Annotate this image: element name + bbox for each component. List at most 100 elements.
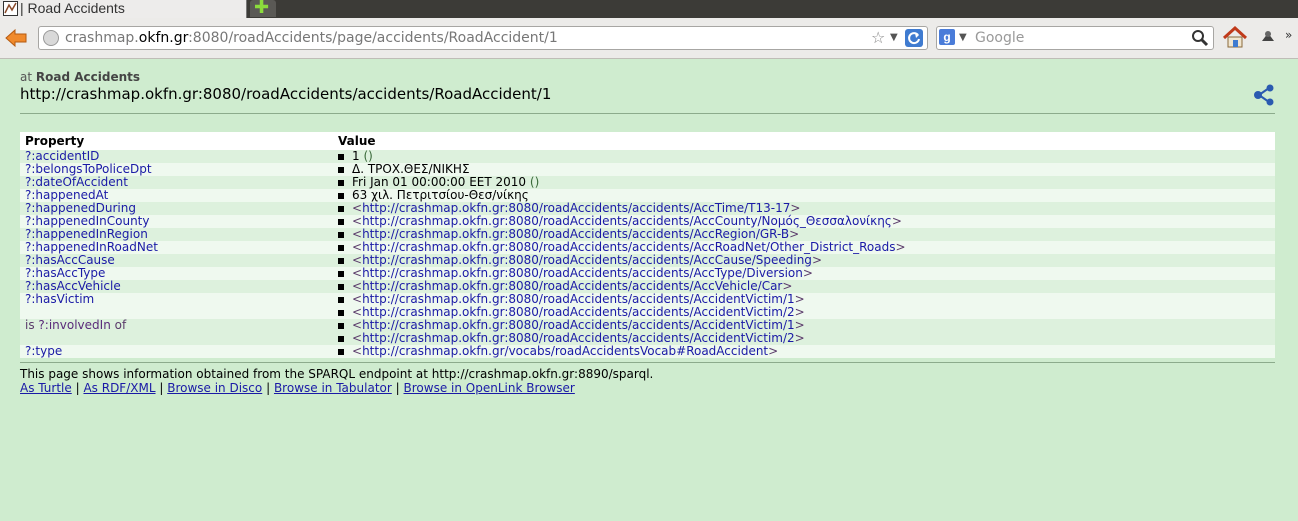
value-cell: <http://crashmap.okfn.gr/vocabs/roadAcci… <box>333 345 1275 358</box>
back-arrow-icon[interactable] <box>3 26 29 50</box>
table-row: ?:hasVictim <http://crashmap.okfn.gr:8080… <box>20 293 1275 319</box>
literal-value: 1 <box>352 149 360 163</box>
property-link[interactable]: ?:type <box>25 344 62 358</box>
footer-link[interactable]: Browse in Tabulator <box>274 381 392 395</box>
uri-open-bracket: < <box>352 201 363 215</box>
link-separator: | <box>266 381 271 395</box>
tab-road-accidents[interactable]: | Road Accidents <box>0 0 247 18</box>
literal-value: 63 χιλ. Πετριτσίου-Θεσ/νίκης <box>352 188 529 202</box>
uri-close-bracket: > <box>794 331 805 345</box>
link-separator: | <box>395 381 400 395</box>
uri-close-bracket: > <box>802 266 813 280</box>
link-separator: | <box>75 381 80 395</box>
property-link[interactable]: ?:accidentID <box>25 149 99 163</box>
value-link[interactable]: http://crashmap.okfn.gr:8080/roadAcciden… <box>362 214 892 228</box>
inverse-suffix: of <box>114 318 127 332</box>
value-link[interactable]: http://crashmap.okfn.gr:8080/roadAcciden… <box>362 318 795 332</box>
addon-icon[interactable] <box>1258 27 1278 47</box>
uri-open-bracket: < <box>352 227 363 241</box>
home-icon[interactable] <box>1222 25 1248 49</box>
value-link[interactable]: http://crashmap.okfn.gr:8080/roadAcciden… <box>362 305 795 319</box>
property-link[interactable]: ?:happenedInCounty <box>25 214 149 228</box>
uri-open-bracket: < <box>352 292 363 306</box>
header-divider <box>20 113 1275 114</box>
property-link[interactable]: ?:happenedAt <box>25 188 108 202</box>
value-link[interactable]: http://crashmap.okfn.gr:8080/roadAcciden… <box>362 227 789 241</box>
value-link[interactable]: http://crashmap.okfn.gr:8080/roadAcciden… <box>362 240 895 254</box>
datatype-marker: () <box>363 149 373 163</box>
value-link[interactable]: http://crashmap.okfn.gr/vocabs/roadAccid… <box>362 344 768 358</box>
footer-link[interactable]: As Turtle <box>20 381 72 395</box>
reload-icon[interactable] <box>905 29 923 47</box>
bookmark-star-icon[interactable]: ☆ <box>871 27 885 49</box>
search-bar[interactable]: g ▼ Google <box>936 26 1214 50</box>
value-link[interactable]: http://crashmap.okfn.gr:8080/roadAcciden… <box>362 266 803 280</box>
property-link[interactable]: ?:hasAccCause <box>25 253 115 267</box>
table-row: ?:type <http://crashmap.okfn.gr/vocabs/ro… <box>20 345 1275 358</box>
site-identity-icon[interactable] <box>43 30 59 46</box>
search-input[interactable]: Google <box>975 29 1024 47</box>
table-row: is ?:involvedIn of <http://crashmap.okfn.… <box>20 319 1275 345</box>
uri-open-bracket: < <box>352 331 363 345</box>
property-link[interactable]: ?:happenedDuring <box>25 201 136 215</box>
site-name: Road Accidents <box>35 70 141 84</box>
uri-close-bracket: > <box>794 292 805 306</box>
navigation-bar: crashmap.okfn.gr:8080/roadAccidents/page… <box>0 18 1298 59</box>
property-link[interactable]: ?:hasAccVehicle <box>25 279 121 293</box>
toolbar-overflow-icon[interactable]: » <box>1285 28 1292 42</box>
property-link[interactable]: ?:belongsToPoliceDpt <box>25 162 152 176</box>
uri-close-bracket: > <box>895 240 906 254</box>
property-link[interactable]: ?:happenedInRegion <box>25 227 148 241</box>
value-link[interactable]: http://crashmap.okfn.gr:8080/roadAcciden… <box>362 279 782 293</box>
google-engine-icon[interactable]: g <box>939 29 955 45</box>
footer-note: This page shows information obtained fro… <box>20 367 654 381</box>
uri-close-bracket: > <box>782 279 793 293</box>
property-link[interactable]: ?:involvedIn <box>38 318 110 332</box>
literal-value: Fri Jan 01 00:00:00 EET 2010 <box>352 175 527 189</box>
new-tab-icon: ✚ <box>254 0 270 18</box>
value-link[interactable]: http://crashmap.okfn.gr:8080/roadAcciden… <box>362 253 812 267</box>
uri-open-bracket: < <box>352 214 363 228</box>
footer-links: As Turtle | As RDF/XML | Browse in Disco… <box>20 381 1275 395</box>
value-cell: <http://crashmap.okfn.gr:8080/roadAccide… <box>333 293 1275 319</box>
footer-divider <box>20 362 1275 363</box>
value-cell: <http://crashmap.okfn.gr:8080/roadAccide… <box>333 319 1275 345</box>
uri-open-bracket: < <box>352 240 363 254</box>
column-header-value: Value <box>333 132 1275 150</box>
tab-strip: | Road Accidents ✚ <box>0 0 1298 18</box>
property-link[interactable]: ?:happenedInRoadNet <box>25 240 158 254</box>
uri-close-bracket: > <box>789 227 800 241</box>
tab-title: | Road Accidents <box>20 0 125 16</box>
uri-open-bracket: < <box>352 344 363 358</box>
value-link[interactable]: http://crashmap.okfn.gr:8080/roadAcciden… <box>362 201 790 215</box>
value-link[interactable]: http://crashmap.okfn.gr:8080/roadAcciden… <box>362 331 795 345</box>
url-history-dropdown-icon[interactable]: ▼ <box>890 27 898 49</box>
at-prefix: at <box>20 70 33 84</box>
engine-dropdown-icon[interactable]: ▼ <box>959 27 967 49</box>
footer: This page shows information obtained fro… <box>20 367 1275 395</box>
property-link[interactable]: ?:dateOfAccident <box>25 175 128 189</box>
uri-close-bracket: > <box>768 344 779 358</box>
uri-open-bracket: < <box>352 305 363 319</box>
share-graph-icon[interactable] <box>1253 84 1275 106</box>
footer-link[interactable]: Browse in Disco <box>167 381 262 395</box>
url-bar[interactable]: crashmap.okfn.gr:8080/roadAccidents/page… <box>38 26 928 50</box>
value-item: 1 () <box>338 150 1270 163</box>
page-content: at Road Accidents http://crashmap.okfn.g… <box>20 70 1275 395</box>
literal-value: Δ. ΤΡΟΧ.ΘΕΣ/ΝΙΚΗΣ <box>352 162 470 176</box>
url-text[interactable]: crashmap.okfn.gr:8080/roadAccidents/page… <box>65 29 558 47</box>
search-icon[interactable] <box>1191 29 1209 47</box>
inverse-prefix: is <box>25 318 35 332</box>
property-link[interactable]: ?:hasVictim <box>25 292 94 306</box>
value-link[interactable]: http://crashmap.okfn.gr:8080/roadAcciden… <box>362 292 795 306</box>
footer-link[interactable]: Browse in OpenLink Browser <box>404 381 575 395</box>
uri-close-bracket: > <box>811 253 822 267</box>
new-tab-button[interactable]: ✚ <box>250 0 276 18</box>
footer-link[interactable]: As RDF/XML <box>83 381 155 395</box>
uri-close-bracket: > <box>891 214 902 228</box>
value-item: <http://crashmap.okfn.gr/vocabs/roadAcci… <box>338 345 1270 358</box>
uri-open-bracket: < <box>352 318 363 332</box>
property-cell: ?:hasVictim <box>20 293 333 319</box>
property-link[interactable]: ?:hasAccType <box>25 266 105 280</box>
uri-close-bracket: > <box>790 201 801 215</box>
